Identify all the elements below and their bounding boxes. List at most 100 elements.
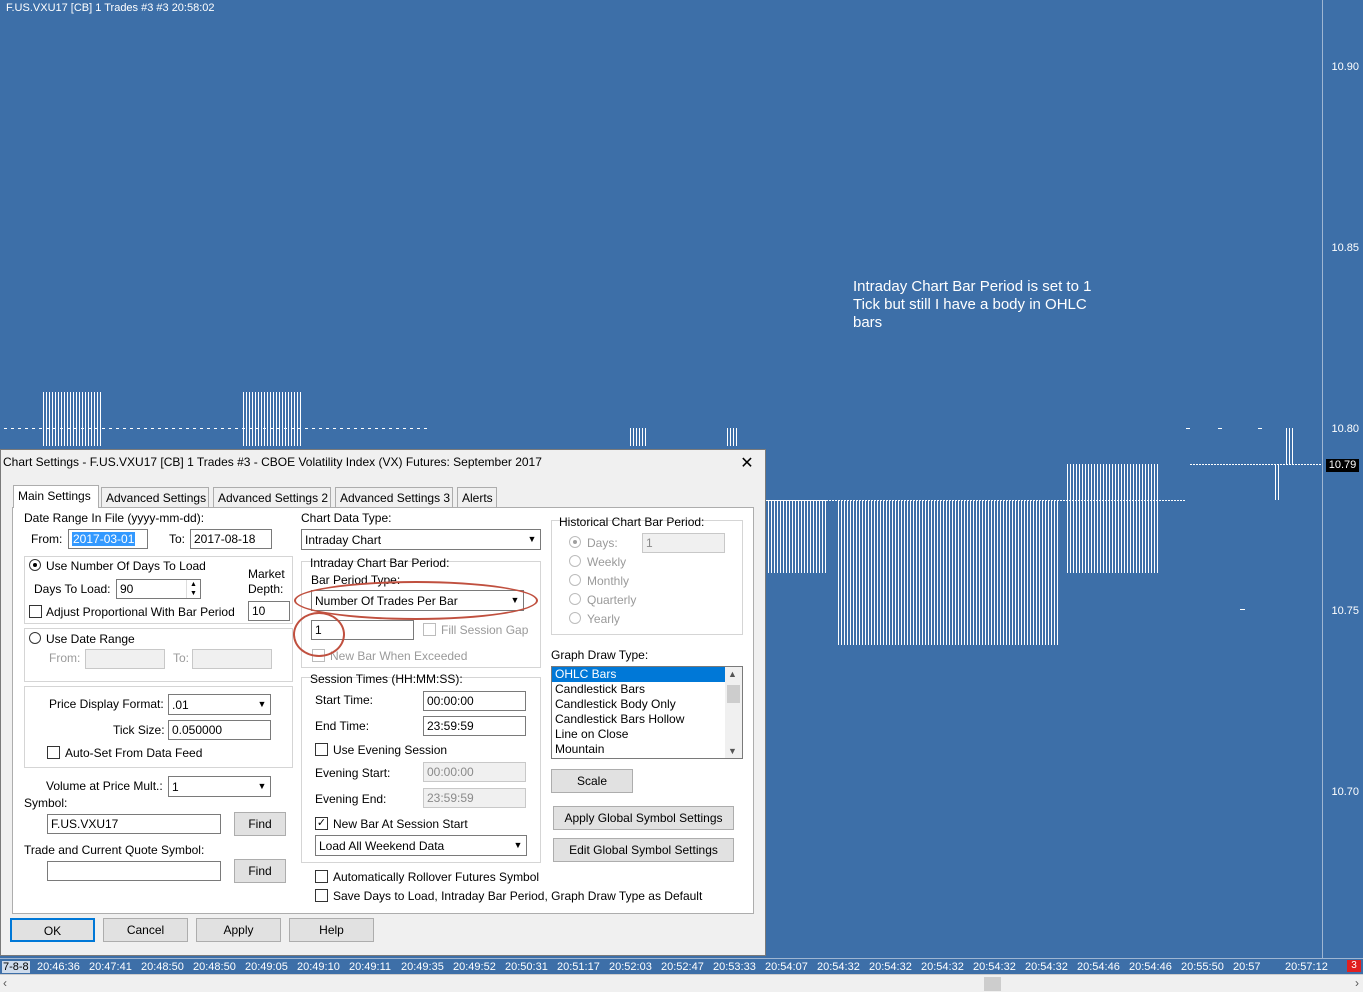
tab-main-settings[interactable]: Main Settings <box>13 485 99 508</box>
apply-global-settings-button[interactable]: Apply Global Symbol Settings <box>553 806 734 830</box>
price-label: 10.75 <box>1331 605 1359 617</box>
scroll-thumb[interactable] <box>727 685 740 703</box>
evening-end-input[interactable]: 23:59:59 <box>423 788 526 808</box>
chevron-down-icon: ▼ <box>513 840 523 850</box>
market-depth-input[interactable]: 10 <box>248 601 290 621</box>
horizontal-scrollbar[interactable]: ‹ › <box>0 974 1363 992</box>
from-date-input[interactable]: 2017-03-01 <box>68 529 148 549</box>
scroll-thumb[interactable] <box>984 977 1001 991</box>
list-scrollbar[interactable]: ▲ ▼ <box>725 667 742 758</box>
evening-start-label: Evening Start: <box>315 766 391 780</box>
chevron-down-icon: ▼ <box>527 534 537 544</box>
autoset-checkbox[interactable] <box>47 746 60 759</box>
time-label-first: 7-8-8 <box>2 961 30 973</box>
graph-draw-type-list[interactable]: OHLC Bars Candlestick Bars Candlestick B… <box>551 666 743 759</box>
days-to-load-input[interactable]: 90 ▲ ▼ <box>116 579 201 599</box>
bar-period-type-select[interactable]: Number Of Trades Per Bar ▼ <box>311 590 524 611</box>
use-evening-checkbox[interactable] <box>315 743 328 756</box>
cancel-button[interactable]: Cancel <box>103 918 188 942</box>
end-time-input[interactable]: 23:59:59 <box>423 716 526 736</box>
hist-days-radio[interactable] <box>569 536 581 548</box>
time-label: 20:55:50 <box>1181 961 1224 973</box>
price-axis[interactable]: 10.90 10.85 10.80 10.75 10.70 <box>1322 0 1363 958</box>
list-item[interactable]: Mountain <box>552 742 742 757</box>
chevron-up-icon[interactable]: ▲ <box>728 669 737 679</box>
list-item[interactable]: Candlestick Bars <box>552 682 742 697</box>
list-item[interactable]: Candlestick Body Only <box>552 697 742 712</box>
close-icon[interactable]: ✕ <box>737 453 757 473</box>
tab-alerts[interactable]: Alerts <box>457 487 497 507</box>
spin-arrows-icon[interactable]: ▲ ▼ <box>186 580 200 598</box>
price-label: 10.80 <box>1331 423 1359 435</box>
hist-monthly-label: Monthly <box>587 574 630 588</box>
scale-button[interactable]: Scale <box>551 769 633 793</box>
weekend-data-select[interactable]: Load All Weekend Data ▼ <box>315 835 527 856</box>
use-evening-label: Use Evening Session <box>333 743 448 757</box>
date-range-to-input[interactable] <box>192 649 272 669</box>
scroll-right-icon[interactable]: › <box>1355 976 1359 990</box>
volume-mult-select[interactable]: 1 ▼ <box>168 776 271 797</box>
chevron-down-icon[interactable]: ▼ <box>728 746 737 756</box>
new-bar-session-checkbox[interactable]: ✓ <box>315 817 328 830</box>
tick-size-input[interactable]: 0.050000 <box>168 720 271 740</box>
find-trade-symbol-button[interactable]: Find <box>234 859 286 883</box>
bar-period-input[interactable]: 1 <box>311 620 414 640</box>
evening-start-input[interactable]: 00:00:00 <box>423 762 526 782</box>
tab-advanced-settings-3[interactable]: Advanced Settings 3 <box>335 487 453 507</box>
date-range-from-input[interactable] <box>85 649 165 669</box>
hist-yearly-radio[interactable] <box>569 612 581 624</box>
list-item[interactable]: OHLC Bars <box>552 667 725 682</box>
hist-quarterly-radio[interactable] <box>569 593 581 605</box>
market-depth-label-2: Depth: <box>248 582 284 596</box>
date-range-from-label: From: <box>49 651 81 665</box>
new-bar-session-label: New Bar At Session Start <box>333 817 468 831</box>
time-label: 20:54:32 <box>1025 961 1068 973</box>
adjust-proportional-checkbox[interactable] <box>29 605 42 618</box>
trade-symbol-input[interactable] <box>47 861 221 881</box>
days-to-load-label: Days To Load: <box>34 582 111 596</box>
find-symbol-button[interactable]: Find <box>234 812 286 836</box>
use-date-range-label: Use Date Range <box>46 632 135 646</box>
use-date-range-radio[interactable] <box>29 632 41 644</box>
time-label: 20:49:10 <box>297 961 340 973</box>
new-bar-exceeded-checkbox[interactable] <box>312 649 325 662</box>
list-item[interactable]: Line on Close <box>552 727 742 742</box>
help-button[interactable]: Help <box>289 918 374 942</box>
time-label: 20:46:36 <box>37 961 80 973</box>
time-axis[interactable]: 7-8-8 20:46:36 20:47:41 20:48:50 20:48:50 20… <box>0 958 1363 974</box>
list-item[interactable]: Candlestick Bars Hollow <box>552 712 742 727</box>
scroll-left-icon[interactable]: ‹ <box>3 976 7 990</box>
use-days-radio[interactable] <box>29 559 41 571</box>
fill-session-gap-label: Fill Session Gap <box>441 623 529 637</box>
volume-mult-label: Volume at Price Mult.: <box>46 779 163 793</box>
auto-rollover-checkbox[interactable] <box>315 870 328 883</box>
price-label: 10.70 <box>1331 786 1359 798</box>
date-range-to-label: To: <box>173 651 190 665</box>
to-date-input[interactable]: 2017-08-18 <box>190 529 272 549</box>
ok-button[interactable]: OK <box>10 918 95 942</box>
fill-session-gap-checkbox[interactable] <box>423 623 436 636</box>
hist-days-input[interactable]: 1 <box>642 533 725 553</box>
hist-weekly-radio[interactable] <box>569 555 581 567</box>
time-label: 20:54:46 <box>1129 961 1172 973</box>
chart-data-type-select[interactable]: Intraday Chart ▼ <box>301 529 541 550</box>
time-label: 20:49:11 <box>349 961 392 973</box>
save-default-checkbox[interactable] <box>315 889 328 902</box>
price-format-select[interactable]: .01 ▼ <box>168 694 271 715</box>
hist-monthly-radio[interactable] <box>569 574 581 586</box>
price-format-label: Price Display Format: <box>49 697 164 711</box>
time-label: 20:53:33 <box>713 961 756 973</box>
edit-global-settings-button[interactable]: Edit Global Symbol Settings <box>553 838 734 862</box>
apply-button[interactable]: Apply <box>196 918 281 942</box>
chevron-down-icon: ▼ <box>510 595 520 605</box>
time-label: 20:57 <box>1233 961 1261 973</box>
chevron-down-icon: ▼ <box>257 699 267 709</box>
current-price-label: 10.79 <box>1326 459 1359 472</box>
chevron-down-icon: ▼ <box>257 781 267 791</box>
symbol-input[interactable]: F.US.VXU17 <box>47 814 221 834</box>
tab-advanced-settings[interactable]: Advanced Settings <box>101 487 209 507</box>
tab-advanced-settings-2[interactable]: Advanced Settings 2 <box>213 487 331 507</box>
intraday-period-label: Intraday Chart Bar Period: <box>310 556 450 570</box>
time-label: 20:48:50 <box>141 961 184 973</box>
start-time-input[interactable]: 00:00:00 <box>423 691 526 711</box>
